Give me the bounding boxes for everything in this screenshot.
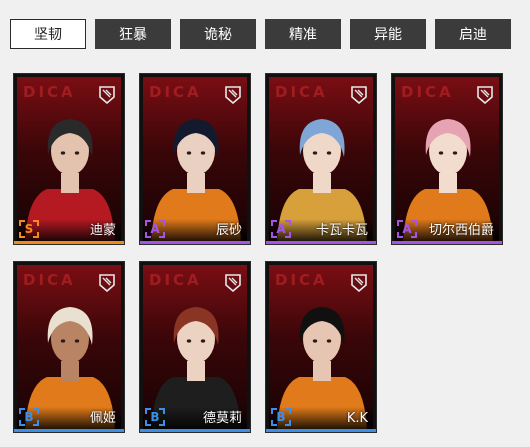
rarity-stripe	[14, 241, 124, 244]
tab-mystery[interactable]: 诡秘	[180, 19, 256, 49]
shield-badge-icon	[477, 86, 493, 104]
shield-badge-icon	[225, 274, 241, 292]
character-card[interactable]: DICA 德莫莉 B	[139, 261, 251, 433]
shield-badge-icon	[99, 86, 115, 104]
rank-badge: B	[19, 408, 39, 426]
category-tabs: 坚韧 狂暴 诡秘 精准 异能 启迪	[10, 19, 511, 49]
character-portrait: DICA 德莫莉 B	[143, 265, 247, 429]
character-portrait: DICA 辰砂 A	[143, 77, 247, 241]
shield-badge-icon	[351, 86, 367, 104]
rank-badge: A	[145, 220, 165, 238]
rarity-stripe	[392, 241, 502, 244]
character-name: K.K	[346, 411, 368, 426]
character-name: 佩姬	[89, 411, 116, 426]
tab-berserk[interactable]: 狂暴	[95, 19, 171, 49]
character-name: 卡瓦卡瓦	[315, 223, 368, 238]
character-card[interactable]: DICA K.K B	[265, 261, 377, 433]
character-card[interactable]: DICA 卡瓦卡瓦 A	[265, 73, 377, 245]
rank-badge: A	[397, 220, 417, 238]
character-name: 迪蒙	[89, 223, 116, 238]
rarity-stripe	[140, 429, 250, 432]
tab-precision[interactable]: 精准	[265, 19, 341, 49]
character-portrait: DICA K.K B	[269, 265, 373, 429]
rarity-stripe	[266, 241, 376, 244]
character-portrait: DICA 卡瓦卡瓦 A	[269, 77, 373, 241]
character-portrait: DICA 迪蒙 S	[17, 77, 121, 241]
character-portrait: DICA 切尔西伯爵 A	[395, 77, 499, 241]
character-name: 辰砂	[215, 223, 242, 238]
character-card[interactable]: DICA 佩姬 B	[13, 261, 125, 433]
character-card[interactable]: DICA 切尔西伯爵 A	[391, 73, 503, 245]
character-card[interactable]: DICA 迪蒙 S	[13, 73, 125, 245]
rarity-stripe	[140, 241, 250, 244]
rarity-stripe	[14, 429, 124, 432]
rank-badge: S	[19, 220, 39, 238]
tab-tenacity[interactable]: 坚韧	[10, 19, 86, 49]
rank-badge: A	[271, 220, 291, 238]
shield-badge-icon	[351, 274, 367, 292]
rank-badge: B	[145, 408, 165, 426]
shield-badge-icon	[99, 274, 115, 292]
tab-enlightenment[interactable]: 启迪	[435, 19, 511, 49]
rarity-stripe	[266, 429, 376, 432]
character-card[interactable]: DICA 辰砂 A	[139, 73, 251, 245]
character-portrait: DICA 佩姬 B	[17, 265, 121, 429]
tab-psionic[interactable]: 异能	[350, 19, 426, 49]
shield-badge-icon	[225, 86, 241, 104]
character-name: 切尔西伯爵	[428, 223, 494, 238]
character-name: 德莫莉	[202, 411, 242, 426]
rank-badge: B	[271, 408, 291, 426]
